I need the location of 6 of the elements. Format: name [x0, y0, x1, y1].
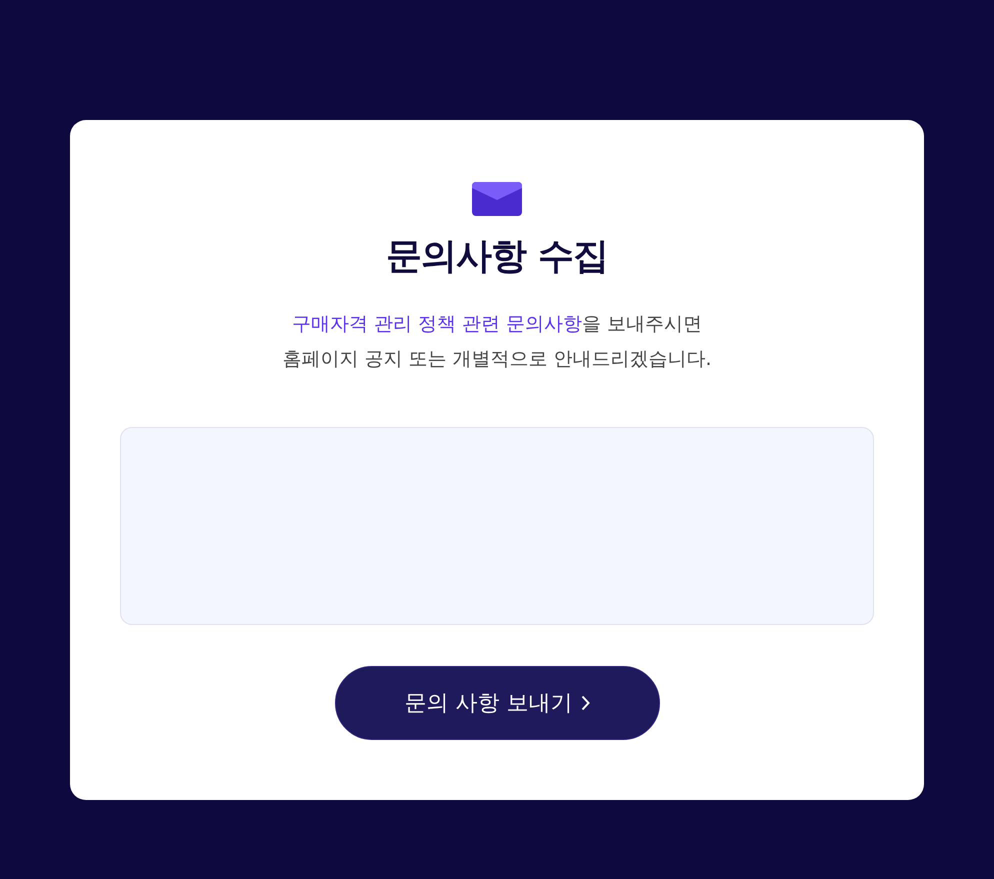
envelope-icon	[472, 182, 522, 216]
chevron-right-icon	[580, 694, 590, 711]
description-text: 구매자격 관리 정책 관련 문의사항을 보내주시면 홈페이지 공지 또는 개별적으로 안내드리겠습니다.	[282, 312, 712, 372]
message-field[interactable]	[120, 426, 874, 625]
page-title: 문의사항 수집	[386, 235, 608, 279]
submit-button[interactable]: 문의 사항 보내기	[334, 666, 660, 740]
